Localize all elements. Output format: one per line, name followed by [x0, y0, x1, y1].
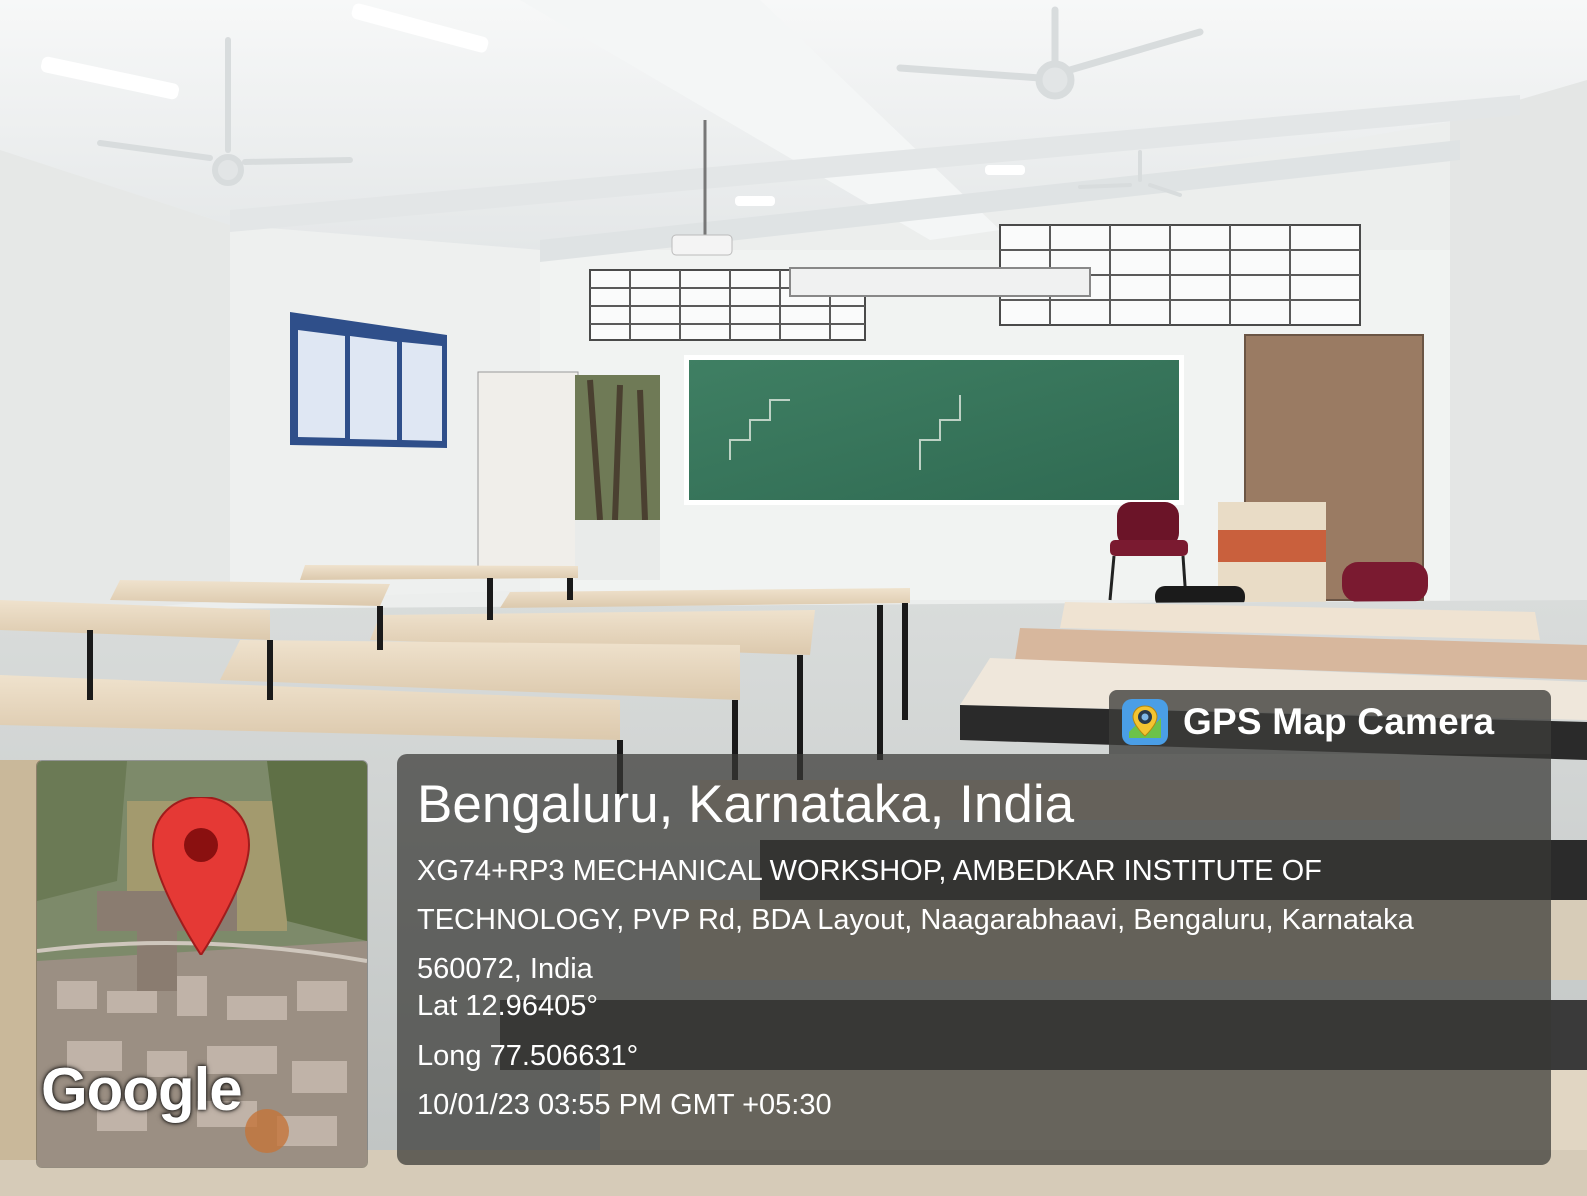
app-name-label: GPS Map Camera	[1183, 701, 1495, 742]
notice-board	[290, 312, 447, 448]
location-info-panel: Bengaluru, Karnataka, India XG74+RP3 MEC…	[397, 754, 1551, 1165]
map-pin-camera-icon	[1122, 699, 1168, 745]
address-line: TECHNOLOGY, PVP Rd, BDA Layout, Naagarab…	[417, 904, 1414, 936]
google-attribution: Google	[41, 1056, 243, 1123]
address-line: XG74+RP3 MECHANICAL WORKSHOP, AMBEDKAR I…	[417, 855, 1322, 887]
address-block: XG74+RP3 MECHANICAL WORKSHOP, AMBEDKAR I…	[417, 847, 1527, 994]
map-thumbnail[interactable]: Google	[36, 760, 368, 1168]
map-pin-icon	[151, 797, 251, 955]
longitude-text: Long 77.506631°	[417, 1040, 639, 1072]
latitude-text: Lat 12.96405°	[417, 990, 598, 1022]
gps-map-camera-badge: GPS Map Camera	[1109, 690, 1551, 754]
timestamp-text: 10/01/23 03:55 PM GMT +05:30	[417, 1089, 832, 1121]
chalkboard	[684, 355, 1184, 505]
address-line: 560072, India	[417, 953, 593, 985]
location-title: Bengaluru, Karnataka, India	[417, 775, 1075, 834]
